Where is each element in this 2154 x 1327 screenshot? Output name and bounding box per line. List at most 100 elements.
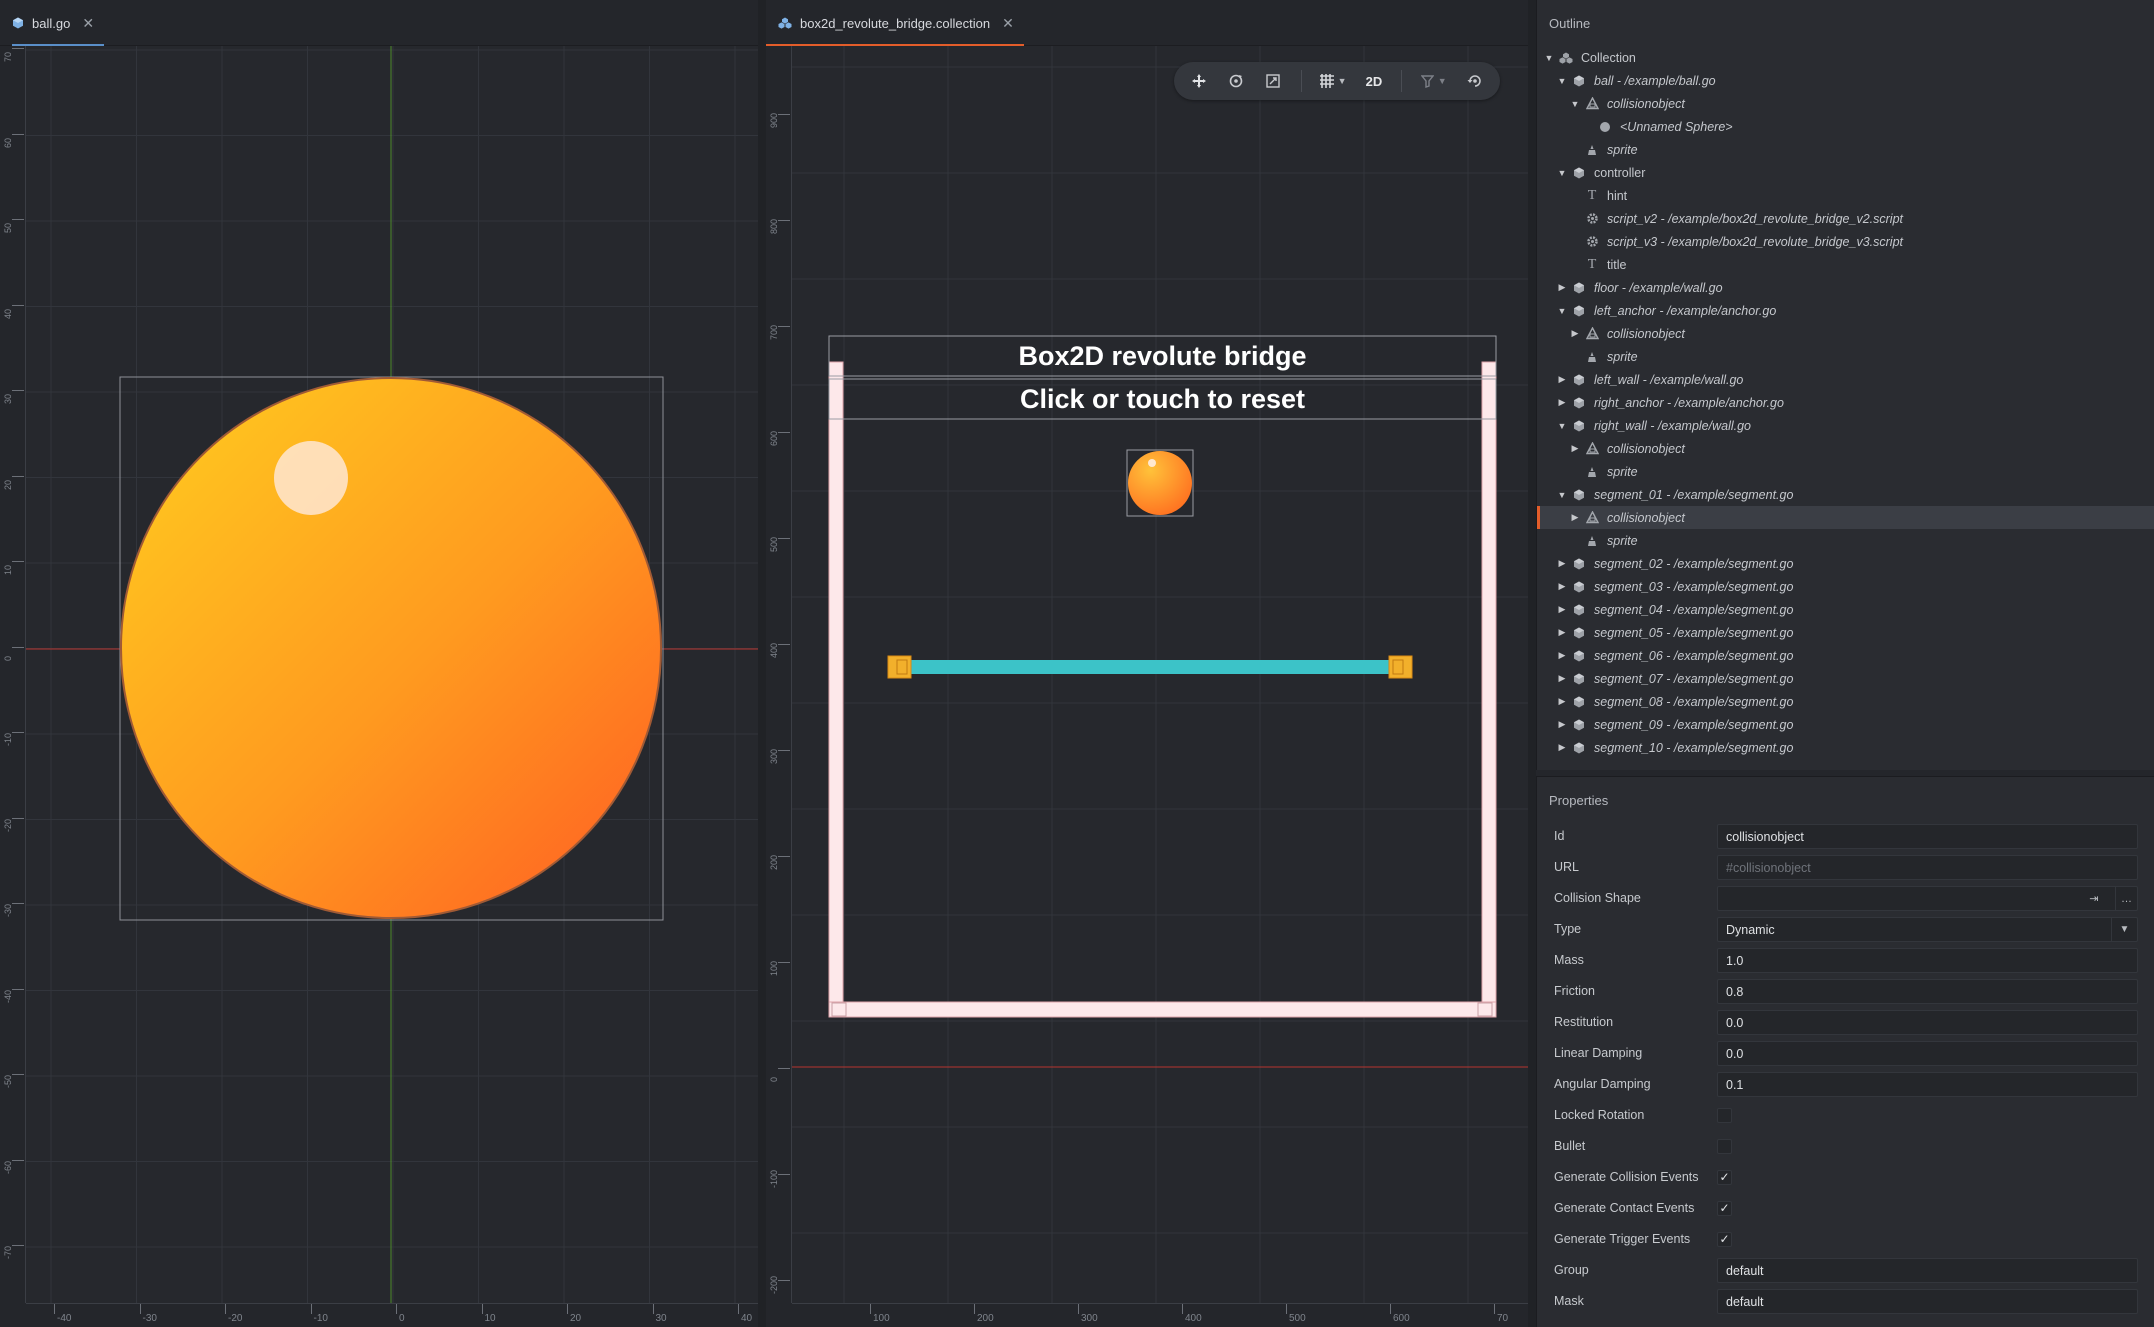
outline-item-label: sprite [1607, 349, 1638, 364]
expanded-arrow-icon[interactable]: ▼ [1556, 168, 1568, 178]
outline-item[interactable]: ▼ left_anchor - /example/anchor.go [1537, 299, 2154, 322]
generate-contact-events-checkbox[interactable]: ✓ [1717, 1201, 1732, 1216]
outline-item[interactable]: ▼ collisionobject [1537, 92, 2154, 115]
rotate-tool-button[interactable] [1221, 68, 1252, 94]
collapsed-arrow-icon[interactable]: ▶ [1556, 397, 1568, 408]
generate-collision-events-checkbox[interactable]: ✓ [1717, 1170, 1732, 1185]
outline-item[interactable]: Thint [1537, 184, 2154, 207]
camera-reset-button[interactable] [1459, 68, 1490, 94]
ruler-label: 30 [655, 1313, 667, 1324]
collection-scene-viewport[interactable]: Box2D revolute bridge Click or touch to … [792, 46, 1528, 1303]
expanded-arrow-icon[interactable]: ▼ [1543, 53, 1555, 63]
game-object-icon [1572, 580, 1586, 594]
collapsed-arrow-icon[interactable]: ▶ [1556, 374, 1568, 385]
group-field[interactable]: default [1717, 1258, 2138, 1283]
outline-item[interactable]: ▶ segment_10 - /example/segment.go [1537, 736, 2154, 759]
ruler-label: 400 [1185, 1313, 1202, 1324]
outline-item[interactable]: ▼ segment_01 - /example/segment.go [1537, 483, 2154, 506]
expanded-arrow-icon[interactable]: ▼ [1556, 421, 1568, 431]
collapsed-arrow-icon[interactable]: ▶ [1569, 512, 1581, 523]
collapsed-arrow-icon[interactable]: ▶ [1556, 558, 1568, 569]
ruler-label: -100 [769, 1169, 779, 1188]
expanded-arrow-icon[interactable]: ▼ [1556, 306, 1568, 316]
collapsed-arrow-icon[interactable]: ▶ [1556, 673, 1568, 684]
close-icon[interactable]: ✕ [1002, 15, 1014, 32]
collapsed-arrow-icon[interactable]: ▶ [1556, 282, 1568, 293]
pane-splitter[interactable] [1528, 0, 1536, 1327]
ball-scene-viewport[interactable] [26, 46, 758, 1303]
expanded-arrow-icon[interactable]: ▼ [1556, 76, 1568, 86]
browse-button[interactable]: … [2115, 887, 2137, 910]
expanded-arrow-icon[interactable]: ▼ [1556, 490, 1568, 500]
collapsed-arrow-icon[interactable]: ▶ [1556, 581, 1568, 592]
outline-item[interactable]: ▶ segment_03 - /example/segment.go [1537, 575, 2154, 598]
linear-damping-field[interactable]: 0.0 [1717, 1041, 2138, 1066]
angular-damping-field[interactable]: 0.1 [1717, 1072, 2138, 1097]
outline-item[interactable]: ▶ left_wall - /example/wall.go [1537, 368, 2154, 391]
grid-settings-button[interactable]: ▼ [1314, 68, 1353, 94]
generate-trigger-events-checkbox[interactable]: ✓ [1717, 1232, 1732, 1247]
outline-item[interactable]: script_v3 - /example/box2d_revolute_brid… [1537, 230, 2154, 253]
collision-shape-field[interactable]: ⇥… [1717, 886, 2138, 911]
outline-item[interactable]: sprite [1537, 460, 2154, 483]
outline-item[interactable]: sprite [1537, 138, 2154, 161]
visibility-filter-button[interactable]: ▼ [1414, 68, 1453, 94]
floor-wall [828, 1001, 1497, 1018]
outline-item[interactable]: ▶ floor - /example/wall.go [1537, 276, 2154, 299]
collapsed-arrow-icon[interactable]: ▶ [1556, 604, 1568, 615]
outline-item[interactable]: ▶ right_anchor - /example/anchor.go [1537, 391, 2154, 414]
move-tool-button[interactable] [1184, 68, 1215, 94]
collapsed-arrow-icon[interactable]: ▶ [1556, 627, 1568, 638]
outline-item[interactable]: Ttitle [1537, 253, 2154, 276]
outline-item[interactable]: ▶ segment_09 - /example/segment.go [1537, 713, 2154, 736]
outline-item[interactable]: sprite [1537, 345, 2154, 368]
mass-field[interactable]: 1.0 [1717, 948, 2138, 973]
type-field[interactable]: Dynamic ▼ [1717, 917, 2138, 942]
game-object-icon [1572, 649, 1586, 663]
locked-rotation-checkbox[interactable] [1717, 1108, 1732, 1123]
collapsed-arrow-icon[interactable]: ▶ [1556, 696, 1568, 707]
close-icon[interactable]: ✕ [82, 15, 94, 32]
outline-item[interactable]: ▶ segment_07 - /example/segment.go [1537, 667, 2154, 690]
tab-collection[interactable]: box2d_revolute_bridge.collection ✕ [766, 0, 1024, 46]
2d-mode-toggle[interactable]: 2D [1358, 68, 1389, 94]
outline-item[interactable]: ▶ collisionobject [1537, 437, 2154, 460]
collapsed-arrow-icon[interactable]: ▶ [1556, 719, 1568, 730]
collapsed-arrow-icon[interactable]: ▶ [1556, 742, 1568, 753]
expanded-arrow-icon[interactable]: ▼ [1569, 99, 1581, 109]
outline-item[interactable]: ▶ collisionobject [1537, 506, 2154, 529]
pane-splitter[interactable] [758, 0, 766, 1327]
id-field[interactable]: collisionobject [1717, 824, 2138, 849]
outline-item[interactable]: ▶ segment_02 - /example/segment.go [1537, 552, 2154, 575]
mask-field[interactable]: default [1717, 1289, 2138, 1314]
outline-item[interactable]: ▼ right_wall - /example/wall.go [1537, 414, 2154, 437]
open-resource-icon[interactable]: ⇥ [2083, 887, 2105, 910]
outline-item[interactable]: ▼ Collection [1537, 46, 2154, 69]
scale-tool-button[interactable] [1258, 68, 1289, 94]
tab-ball-go[interactable]: ball.go ✕ [0, 0, 105, 46]
outline-item[interactable]: sprite [1537, 529, 2154, 552]
url-field[interactable]: #collisionobject [1717, 855, 2138, 880]
collapsed-arrow-icon[interactable]: ▶ [1569, 328, 1581, 339]
bullet-checkbox[interactable] [1717, 1139, 1732, 1154]
outline-item-label: collisionobject [1607, 510, 1685, 525]
outline-item[interactable]: script_v2 - /example/box2d_revolute_brid… [1537, 207, 2154, 230]
outline-item[interactable]: ▶ segment_04 - /example/segment.go [1537, 598, 2154, 621]
outline-item[interactable]: ▶ segment_08 - /example/segment.go [1537, 690, 2154, 713]
outline-item[interactable]: ▼ ball - /example/ball.go [1537, 69, 2154, 92]
property-row-restitution: Restitution 0.0 [1537, 1007, 2154, 1038]
outline-item[interactable]: ▶ segment_05 - /example/segment.go [1537, 621, 2154, 644]
outline-item[interactable]: ▼ controller [1537, 161, 2154, 184]
restitution-field[interactable]: 0.0 [1717, 1010, 2138, 1035]
collapsed-arrow-icon[interactable]: ▶ [1556, 650, 1568, 661]
outline-item[interactable]: ▶ collisionobject [1537, 322, 2154, 345]
outline-item[interactable]: <Unnamed Sphere> [1537, 115, 2154, 138]
ruler-label: -50 [3, 1074, 13, 1088]
ruler-label: -70 [3, 1245, 13, 1259]
collapsed-arrow-icon[interactable]: ▶ [1569, 443, 1581, 454]
outline-item[interactable]: ▶ segment_06 - /example/segment.go [1537, 644, 2154, 667]
friction-field[interactable]: 0.8 [1717, 979, 2138, 1004]
chevron-down-icon[interactable]: ▼ [2111, 918, 2137, 941]
property-label: Group [1554, 1263, 1589, 1277]
game-object-icon [1572, 281, 1586, 295]
